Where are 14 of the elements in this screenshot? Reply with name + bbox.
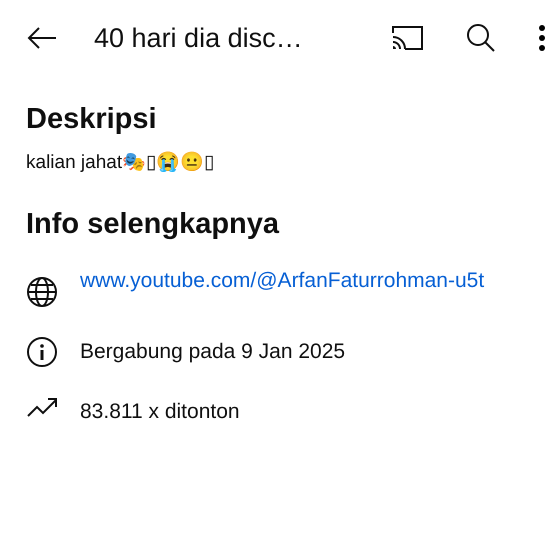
cast-icon[interactable] [390,25,424,51]
search-icon[interactable] [466,23,496,53]
section-heading: Deskripsi [26,102,158,137]
trending-up-icon [26,396,58,418]
section-heading: Info selengkapnya [26,207,280,242]
view-count: 83.811 x ditonton [80,399,240,426]
back-button[interactable] [26,26,58,50]
more-options-icon[interactable] [538,25,546,51]
description-text: kalian jahat🎭▯😭😐▯ [26,150,216,175]
channel-link[interactable]: www.youtube.com/@ArfanFaturrohman-u5t [80,268,525,294]
info-icon [26,336,58,368]
page-title: 40 hari dia disc… [94,22,304,55]
globe-icon [26,276,58,308]
join-date: Bergabung pada 9 Jan 2025 [80,339,346,366]
